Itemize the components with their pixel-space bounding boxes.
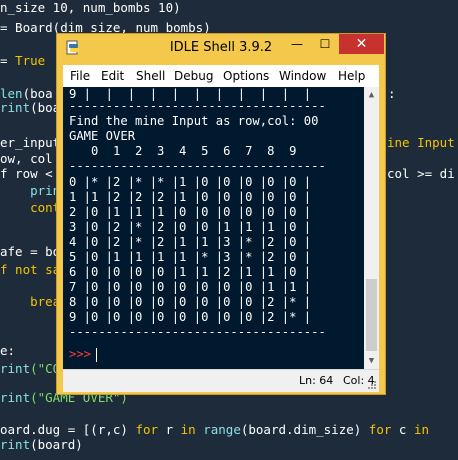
shell-line: ----------------------------------- [69,159,326,173]
shell-line: 4 |0 |2 |* |2 |1 |1 |3 |* |2 |0 | [69,235,312,249]
background-code-line: oard.dug = [(r,c) for r in range(board.d… [0,422,429,437]
background-code-token: rint [0,437,31,452]
background-code-token: f not sa [0,262,61,277]
background-code-token: e: [0,343,16,358]
background-code-token: ow, col [0,151,53,166]
background-code-token: rint [0,390,31,405]
background-code-token: for [135,422,159,437]
background-code-token: c [391,422,414,437]
shell-line: 6 |0 |0 |0 |0 |1 |1 |2 |1 |1 |0 | [69,265,312,279]
background-code-line: e: [0,343,15,358]
background-code-line: ow, col [0,151,53,166]
menu-shell[interactable]: Shell [136,69,165,83]
background-code-line: f row < [0,166,53,181]
shell-line: 8 |0 |0 |0 |0 |0 |0 |0 |0 |2 |* | [69,295,312,309]
background-code-token: oard.dug = [(r,c) [0,422,136,437]
menu-options[interactable]: Options [223,69,269,83]
background-code-line: = True [0,53,45,68]
background-code-token: rint [0,361,31,376]
scroll-thumb[interactable] [366,279,377,351]
shell-line: Find the mine Input as row,col: 00 [69,114,319,128]
shell-line: ----------------------------------- [69,99,326,113]
background-code-token: len [0,86,23,101]
background-code-line: n_size 10, num_bombs 10) [0,0,181,15]
background-code-line: afe = bo [0,244,60,259]
vertical-scrollbar[interactable]: ▲ ▼ [364,87,379,369]
background-code-line: rint(board) [0,437,83,452]
background-code-token: = [0,53,16,68]
menu-window[interactable]: Window [279,69,326,83]
background-code-token: (boa [22,86,53,101]
background-code-line: rint("CO [0,361,60,376]
background-code-line: er_input [0,135,60,150]
shell-line: 2 |0 |1 |1 |1 |0 |0 |0 |0 |0 |0 | [69,205,312,219]
background-code-token: er_input [0,135,61,150]
background-code-fragment: col >= di [387,166,455,181]
background-code-token: in [413,422,430,437]
shell-line: 0 |* |2 |* |* |1 |0 |0 |0 |0 |0 | [69,175,312,189]
shell-line: GAME OVER [69,129,136,143]
menu-file[interactable]: File [70,69,90,83]
background-code-token: (board) [30,437,83,452]
background-code-fragment: : [388,86,396,101]
line-number: Ln: 64 [299,374,334,387]
background-code-token: True [15,53,46,68]
background-code-line: f not sa [0,262,60,277]
menu-help[interactable]: Help [338,69,365,83]
menu-debug[interactable]: Debug [174,69,213,83]
shell-output-area[interactable]: 9 | | | | | | | | | | | ----------------… [63,87,364,369]
background-code-line: len(boa [0,86,53,101]
text-cursor [96,348,97,362]
shell-line: 0 1 2 3 4 5 6 7 8 9 [69,144,297,158]
maximize-button[interactable]: ☐ [311,34,339,54]
shell-line: 5 |0 |1 |1 |1 |1 |* |3 |* |2 |0 | [69,250,312,264]
background-code-token: range [203,422,241,437]
shell-prompt: >>> [69,347,92,361]
background-code-token: afe = bo [0,244,61,259]
background-code-token: for [368,422,392,437]
shell-line: 3 |0 |2 |* |2 |0 |0 |1 |1 |1 |0 | [69,220,312,234]
title-bar[interactable]: IDLE Shell 3.9.2 — ☐ ✕ [57,34,385,63]
background-code-token: in [180,422,196,437]
shell-line: 7 |0 |0 |0 |0 |0 |0 |0 |0 |1 |1 | [69,280,312,294]
background-code-line: rint(boa [0,100,60,115]
minimize-button[interactable]: — [283,34,311,54]
background-code-token: f row < [0,166,53,181]
background-code-token: r [158,422,181,437]
background-code-token: rint [0,100,31,115]
close-button[interactable]: ✕ [339,34,384,54]
background-code-token: n_size 10, num_bombs 10) [0,0,181,15]
shell-line: 9 |0 |0 |0 |0 |0 |0 |0 |0 |2 |* | [69,310,312,324]
shell-line: 1 |1 |2 |2 |2 |1 |0 |0 |0 |0 |0 | [69,190,312,204]
idle-shell-window[interactable]: IDLE Shell 3.9.2 — ☐ ✕ File Edit Shell D… [56,33,386,395]
background-code-fragment: ine Input [387,135,455,150]
scroll-up-arrow-icon[interactable]: ▲ [364,87,379,103]
menu-edit[interactable]: Edit [101,69,124,83]
status-bar: Ln: 64 Col: 4 [63,369,379,392]
scroll-down-arrow-icon[interactable]: ▼ [364,353,379,369]
shell-line: ----------------------------------- [69,325,326,339]
resize-grip-icon[interactable] [367,380,377,390]
background-code-token: (board.dim_size) [240,422,369,437]
menu-bar: File Edit Shell Debug Options Window Hel… [63,65,379,87]
